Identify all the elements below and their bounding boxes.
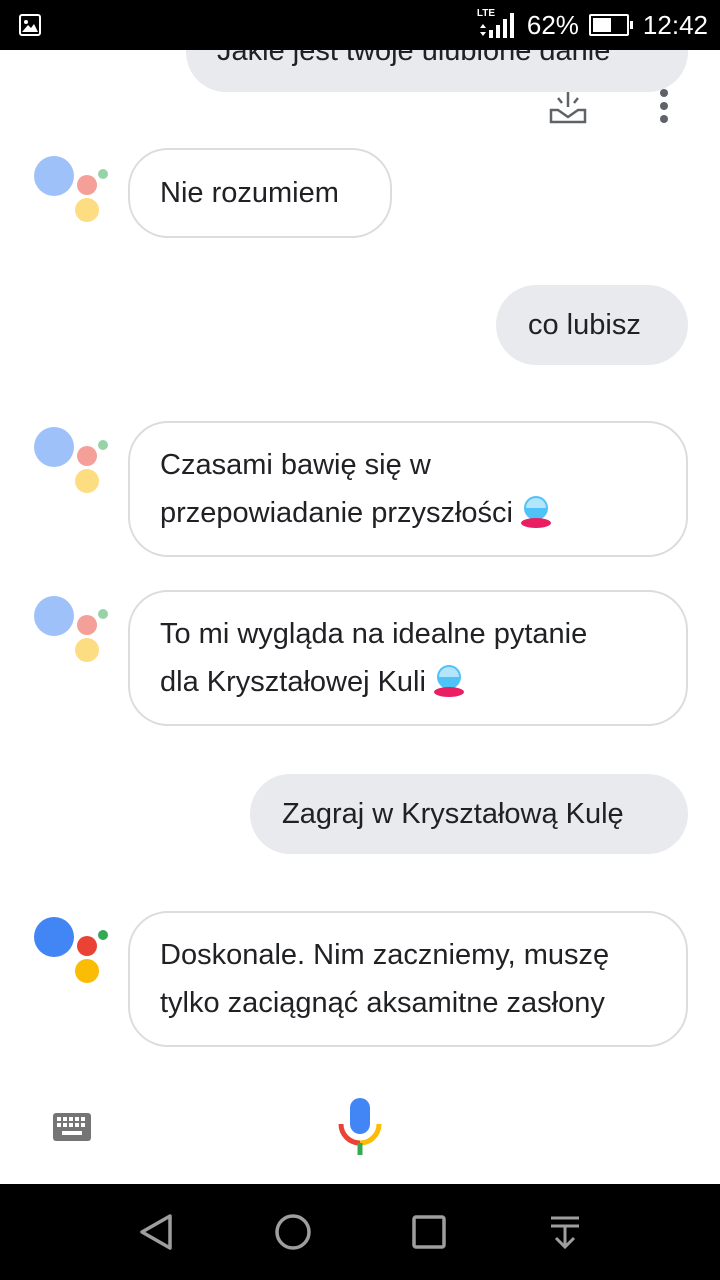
notification-pull-icon[interactable] [545,1212,585,1252]
message-text: Jakie jest twoje ulubione danie [217,50,611,67]
clock: 12:42 [642,9,708,40]
message-line: dla Kryształowej Kuli [160,666,426,698]
crystal-ball-icon [433,665,464,697]
message-line: przepowiadanie przyszłości [160,497,513,529]
battery-percent: 62% [526,9,579,40]
message-text: Nie rozumiem [160,177,339,209]
back-icon[interactable] [137,1212,177,1252]
assistant-avatar [34,596,110,666]
assistant-message: Doskonale. Nim zaczniemy, muszę tylko za… [128,911,688,1047]
signal-icon: LTE [477,8,517,40]
crystal-ball-icon [521,496,551,528]
message-line: Doskonale. Nim zaczniemy, muszę [160,939,610,971]
message-line: Czasami bawię się w [160,449,431,481]
assistant-message: Nie rozumiem [128,148,392,238]
status-bar: LTE 62% 12:42 [0,0,720,50]
message-line: To mi wygląda na idealne pytanie [160,618,588,650]
keyboard-icon[interactable] [52,1112,92,1142]
assistant-avatar [34,156,110,226]
recents-icon[interactable] [409,1212,449,1252]
assistant-avatar [34,917,110,987]
message-text: Zagraj w Kryształową Kulę [282,798,624,830]
user-message: Zagraj w Kryształową Kulę [250,774,688,854]
more-vert-icon[interactable] [658,88,670,124]
conversation-list[interactable]: Jakie jest twoje ulubione danie Nie rozu… [0,50,720,1150]
mic-icon[interactable] [338,1098,382,1158]
assistant-message: To mi wygląda na idealne pytanie dla Kry… [128,590,688,726]
user-message: co lubisz [496,285,688,365]
message-text: co lubisz [528,309,641,341]
navigation-bar [0,1184,720,1280]
message-line: tylko zaciągnąć aksamitne zasłony [160,987,605,1019]
assistant-avatar [34,427,110,497]
battery-icon [588,14,633,36]
home-icon[interactable] [273,1212,313,1252]
user-message: Jakie jest twoje ulubione danie [186,50,688,92]
share-icon[interactable] [548,90,588,126]
image-icon [19,14,41,36]
status-right: LTE 62% 12:42 [477,0,708,50]
assistant-message: Czasami bawię się w przepowiadanie przys… [128,421,688,557]
